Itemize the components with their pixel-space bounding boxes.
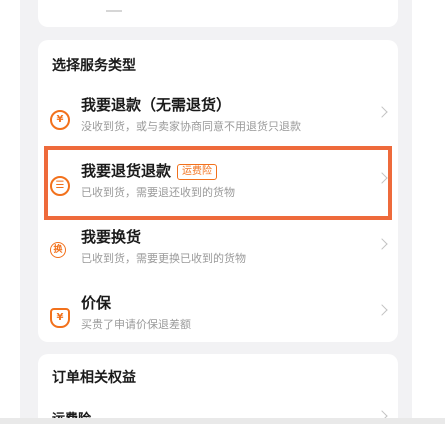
option-title: 我要退款（无需退货） xyxy=(81,96,232,114)
option-subtitle: 已收到货，需要更换已收到的货物 xyxy=(81,252,246,265)
return-box-icon: ☰ xyxy=(50,176,70,196)
option-title: 我要退货退款 运费险 xyxy=(81,160,218,182)
option-exchange[interactable]: 换 我要换货 已收到货，需要更换已收到的货物 xyxy=(38,222,398,282)
option-title: 我要换货 xyxy=(81,228,142,246)
top-handle xyxy=(106,10,122,12)
yen-circle-icon: ¥ xyxy=(50,110,70,130)
option-subtitle: 没收到货，或与卖家协商同意不用退货只退款 xyxy=(81,120,301,133)
shipping-insurance-tag: 运费险 xyxy=(177,164,218,180)
chevron-right-icon xyxy=(376,238,388,250)
option-subtitle: 已收到货，需要退还收到的货物 xyxy=(81,186,235,199)
chevron-right-icon xyxy=(376,172,388,184)
option-refund-only[interactable]: ¥ 我要退款（无需退货） 没收到货，或与卖家协商同意不用退货只退款 xyxy=(38,90,398,150)
option-price-protection[interactable]: ¥ 价保 买贵了申请价保退差额 xyxy=(38,288,398,348)
exchange-icon: 换 xyxy=(50,242,66,258)
service-type-card: 选择服务类型 ¥ 我要退款（无需退货） 没收到货，或与卖家协商同意不用退货只退款… xyxy=(38,40,398,342)
section-title: 订单相关权益 xyxy=(52,370,136,386)
option-title-text: 我要退货退款 xyxy=(81,162,172,180)
refund-page: 选择服务类型 ¥ 我要退款（无需退货） 没收到货，或与卖家协商同意不用退货只退款… xyxy=(20,0,412,418)
chevron-right-icon xyxy=(376,304,388,316)
price-protect-shield-icon: ¥ xyxy=(50,308,70,328)
option-subtitle: 买贵了申请价保退差额 xyxy=(81,318,191,331)
benefit-row-shipping-insurance[interactable]: 运费险 xyxy=(52,408,91,418)
chevron-right-icon xyxy=(376,106,388,118)
option-title: 价保 xyxy=(81,294,112,312)
option-return-refund[interactable]: ☰ 我要退货退款 运费险 已收到货，需要退还收到的货物 xyxy=(38,156,398,216)
bottom-bar xyxy=(0,418,445,424)
chevron-right-icon xyxy=(376,410,388,418)
order-benefits-card: 订单相关权益 运费险 xyxy=(38,354,398,418)
top-card xyxy=(38,0,398,27)
section-title: 选择服务类型 xyxy=(52,58,136,74)
